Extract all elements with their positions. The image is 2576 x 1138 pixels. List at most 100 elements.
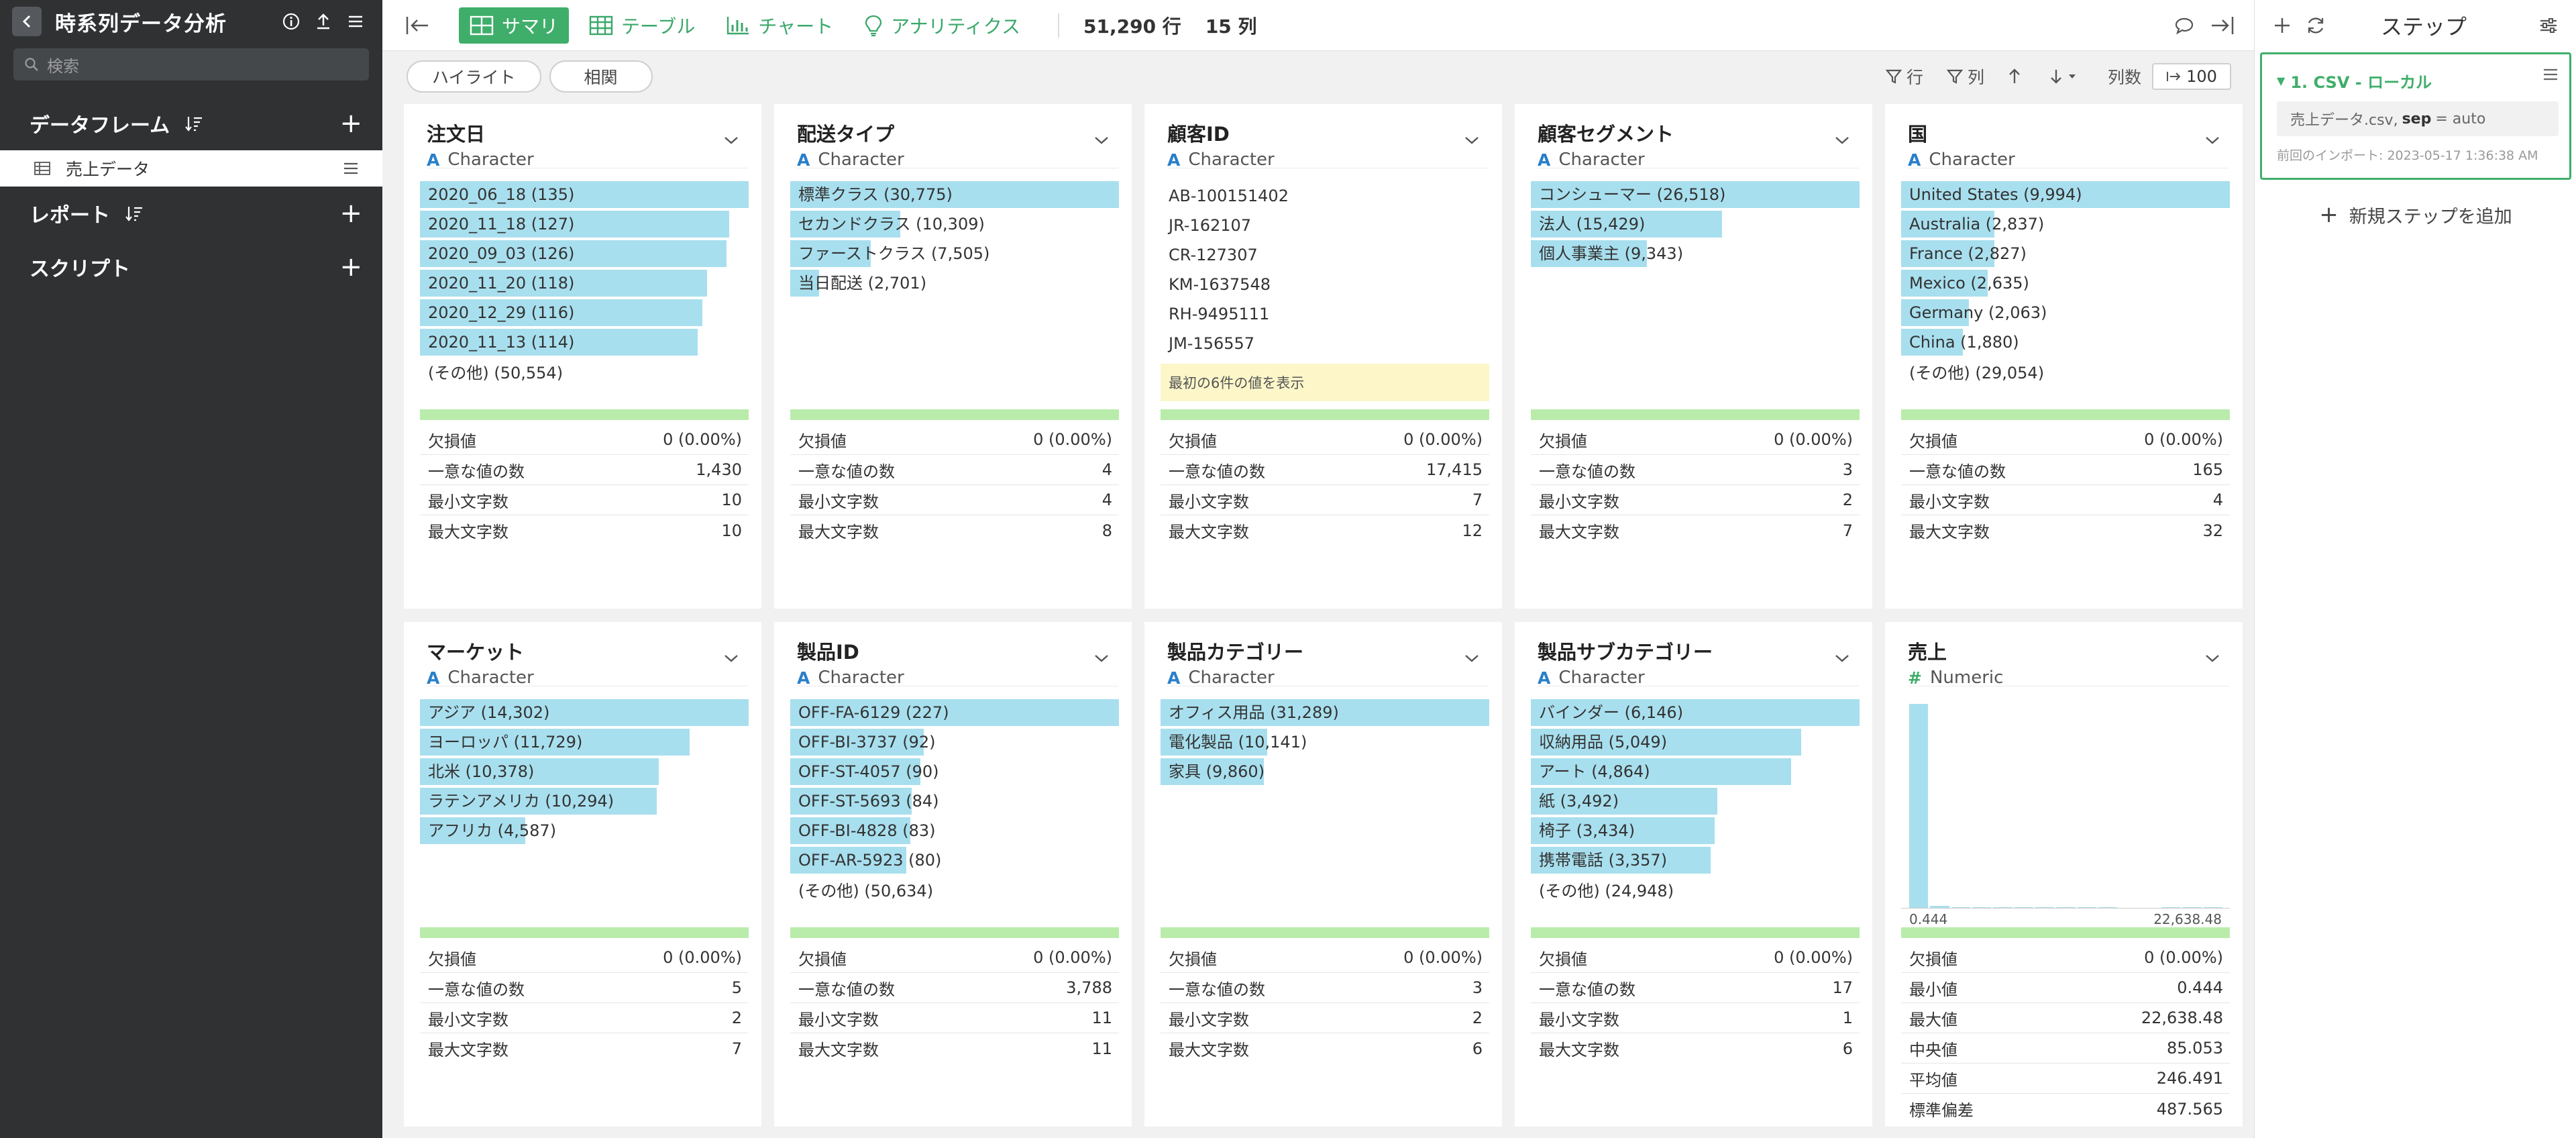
sort-ascending-button[interactable] bbox=[2007, 67, 2026, 86]
dataframe-menu-icon[interactable] bbox=[342, 161, 360, 176]
value-bar-row[interactable]: ヨーロッパ (11,729) bbox=[420, 729, 749, 756]
sort-icon[interactable] bbox=[184, 115, 203, 132]
value-bar-row[interactable]: 2020_11_18 (127) bbox=[420, 211, 749, 238]
value-bar-row[interactable]: バインダー (6,146) bbox=[1531, 699, 1860, 726]
tab-summary[interactable]: サマリ bbox=[459, 7, 570, 44]
highlight-button[interactable]: ハイライト bbox=[407, 60, 541, 93]
scripts-section[interactable]: スクリプト + bbox=[0, 240, 382, 294]
histogram[interactable]: 0.444 22,638.48 bbox=[1901, 699, 2230, 927]
chevron-down-icon[interactable] bbox=[1833, 653, 1851, 664]
chevron-down-icon[interactable] bbox=[1833, 135, 1851, 146]
chevron-down-icon[interactable] bbox=[1093, 653, 1110, 664]
sidebar-menu-button[interactable] bbox=[341, 7, 370, 36]
step-card[interactable]: ▼ 1. CSV - ローカル 売上データ.csv, sep = auto 前回… bbox=[2260, 52, 2571, 180]
value-bar-row[interactable]: OFF-ST-5693 (84) bbox=[790, 788, 1119, 815]
missing-values-bar[interactable] bbox=[790, 927, 1119, 938]
value-bar-row[interactable]: OFF-BI-4828 (83) bbox=[790, 817, 1119, 844]
value-bar-row[interactable]: 2020_12_29 (116) bbox=[420, 299, 749, 326]
value-bar-row[interactable]: 2020_11_13 (114) bbox=[420, 329, 749, 356]
sidebar-item-dataframe[interactable]: 売上データ bbox=[0, 150, 382, 187]
missing-values-bar[interactable] bbox=[420, 927, 749, 938]
chevron-down-icon[interactable] bbox=[1463, 653, 1481, 664]
column-type: A Character bbox=[427, 668, 748, 688]
info-button[interactable] bbox=[276, 7, 306, 36]
value-bar-row[interactable]: Mexico (2,635) bbox=[1901, 270, 2230, 297]
column-filter-button[interactable]: 列 bbox=[1946, 64, 1984, 89]
value-bar-row[interactable]: アフリカ (4,587) bbox=[420, 817, 749, 844]
value-bar-row[interactable]: ファーストクラス (7,505) bbox=[790, 240, 1119, 267]
chevron-down-icon[interactable] bbox=[722, 135, 740, 146]
column-count-input[interactable]: 100 bbox=[2152, 63, 2231, 90]
value-bar-row[interactable]: セカンドクラス (10,309) bbox=[790, 211, 1119, 238]
missing-values-bar[interactable] bbox=[1161, 927, 1489, 938]
tab-chart[interactable]: チャート bbox=[715, 7, 844, 44]
value-bar-row[interactable]: アート (4,864) bbox=[1531, 758, 1860, 785]
value-bar-row[interactable]: アジア (14,302) bbox=[420, 699, 749, 726]
missing-values-bar[interactable] bbox=[420, 409, 749, 420]
value-bar-row[interactable]: Australia (2,837) bbox=[1901, 211, 2230, 238]
chevron-down-icon[interactable] bbox=[1463, 135, 1481, 146]
value-bar-row[interactable]: 標準クラス (30,775) bbox=[790, 181, 1119, 208]
value-bar-row[interactable]: OFF-FA-6129 (227) bbox=[790, 699, 1119, 726]
missing-values-bar[interactable] bbox=[790, 409, 1119, 420]
missing-values-bar[interactable] bbox=[1901, 927, 2230, 938]
step-menu-button[interactable] bbox=[2542, 68, 2559, 84]
sort-descending-dropdown[interactable] bbox=[2049, 67, 2081, 86]
value-bar-row[interactable]: 家具 (9,860) bbox=[1161, 758, 1489, 785]
value-bar-row[interactable]: China (1,880) bbox=[1901, 329, 2230, 356]
value-bar-row[interactable]: 個人事業主 (9,343) bbox=[1531, 240, 1860, 267]
value-bar-row[interactable]: 携帯電話 (3,357) bbox=[1531, 847, 1860, 874]
dataframes-section[interactable]: データフレーム + bbox=[0, 97, 382, 150]
value-bar-row[interactable]: ラテンアメリカ (10,294) bbox=[420, 788, 749, 815]
row-filter-button[interactable]: 行 bbox=[1885, 64, 1923, 89]
value-bar-row[interactable]: 法人 (15,429) bbox=[1531, 211, 1860, 238]
collapse-sidebar-button[interactable] bbox=[401, 9, 435, 42]
chevron-down-icon[interactable] bbox=[1093, 135, 1110, 146]
value-bar-row[interactable]: United States (9,994) bbox=[1901, 181, 2230, 208]
value-bar-row[interactable]: OFF-ST-4057 (90) bbox=[790, 758, 1119, 785]
correlation-button[interactable]: 相関 bbox=[549, 60, 653, 93]
missing-values-bar[interactable] bbox=[1531, 409, 1860, 420]
value-bar-row[interactable]: Germany (2,063) bbox=[1901, 299, 2230, 326]
value-bar-row[interactable]: France (2,827) bbox=[1901, 240, 2230, 267]
missing-values-bar[interactable] bbox=[1901, 409, 2230, 420]
add-report-button[interactable]: + bbox=[339, 198, 362, 229]
value-bar-row[interactable]: OFF-BI-3737 (92) bbox=[790, 729, 1119, 756]
missing-values-bar[interactable] bbox=[1161, 409, 1489, 420]
value-bar-row[interactable]: オフィス用品 (31,289) bbox=[1161, 699, 1489, 726]
steps-settings-button[interactable] bbox=[2532, 9, 2565, 42]
histogram-bar[interactable] bbox=[1909, 704, 1929, 909]
comment-button[interactable] bbox=[2165, 7, 2203, 44]
value-bar-row[interactable]: 2020_06_18 (135) bbox=[420, 181, 749, 208]
value-bar-row[interactable]: OFF-AR-5923 (80) bbox=[790, 847, 1119, 874]
value-bar-row[interactable]: 当日配送 (2,701) bbox=[790, 270, 1119, 297]
value-bar-row[interactable]: 2020_09_03 (126) bbox=[420, 240, 749, 267]
tab-analytics[interactable]: アナリティクス bbox=[853, 7, 1031, 44]
sort-icon[interactable] bbox=[125, 205, 144, 222]
step-name[interactable]: ▼ 1. CSV - ローカル bbox=[2277, 69, 2432, 93]
value-bar-row[interactable]: 2020_11_20 (118) bbox=[420, 270, 749, 297]
chevron-down-icon[interactable] bbox=[2204, 135, 2221, 146]
back-button[interactable] bbox=[12, 7, 42, 36]
value-bar-row[interactable]: 紙 (3,492) bbox=[1531, 788, 1860, 815]
chevron-down-icon[interactable] bbox=[2204, 653, 2221, 664]
value-bar-row[interactable]: 北米 (10,378) bbox=[420, 758, 749, 785]
tab-table[interactable]: テーブル bbox=[578, 7, 706, 44]
collapse-right-button[interactable] bbox=[2203, 7, 2241, 44]
missing-values-bar[interactable] bbox=[1531, 927, 1860, 938]
upload-button[interactable] bbox=[309, 7, 338, 36]
chevron-down-icon[interactable] bbox=[722, 653, 740, 664]
add-dataframe-button[interactable]: + bbox=[339, 108, 362, 139]
reports-section[interactable]: レポート + bbox=[0, 187, 382, 240]
value-bar-row[interactable]: 収納用品 (5,049) bbox=[1531, 729, 1860, 756]
refresh-button[interactable] bbox=[2299, 9, 2332, 42]
stat-label: 最大文字数 bbox=[428, 1041, 508, 1059]
sidebar-search-input[interactable]: 検索 bbox=[13, 48, 369, 81]
add-step-icon-button[interactable] bbox=[2265, 9, 2299, 42]
value-bar-row[interactable]: 椅子 (3,434) bbox=[1531, 817, 1860, 844]
value-bar-row[interactable]: コンシューマー (26,518) bbox=[1531, 181, 1860, 208]
add-script-button[interactable]: + bbox=[339, 252, 362, 282]
add-new-step-button[interactable]: + 新規ステップを追加 bbox=[2255, 201, 2576, 228]
stat-value: 0 (0.00%) bbox=[1774, 948, 1853, 967]
value-bar-row[interactable]: 電化製品 (10,141) bbox=[1161, 729, 1489, 756]
